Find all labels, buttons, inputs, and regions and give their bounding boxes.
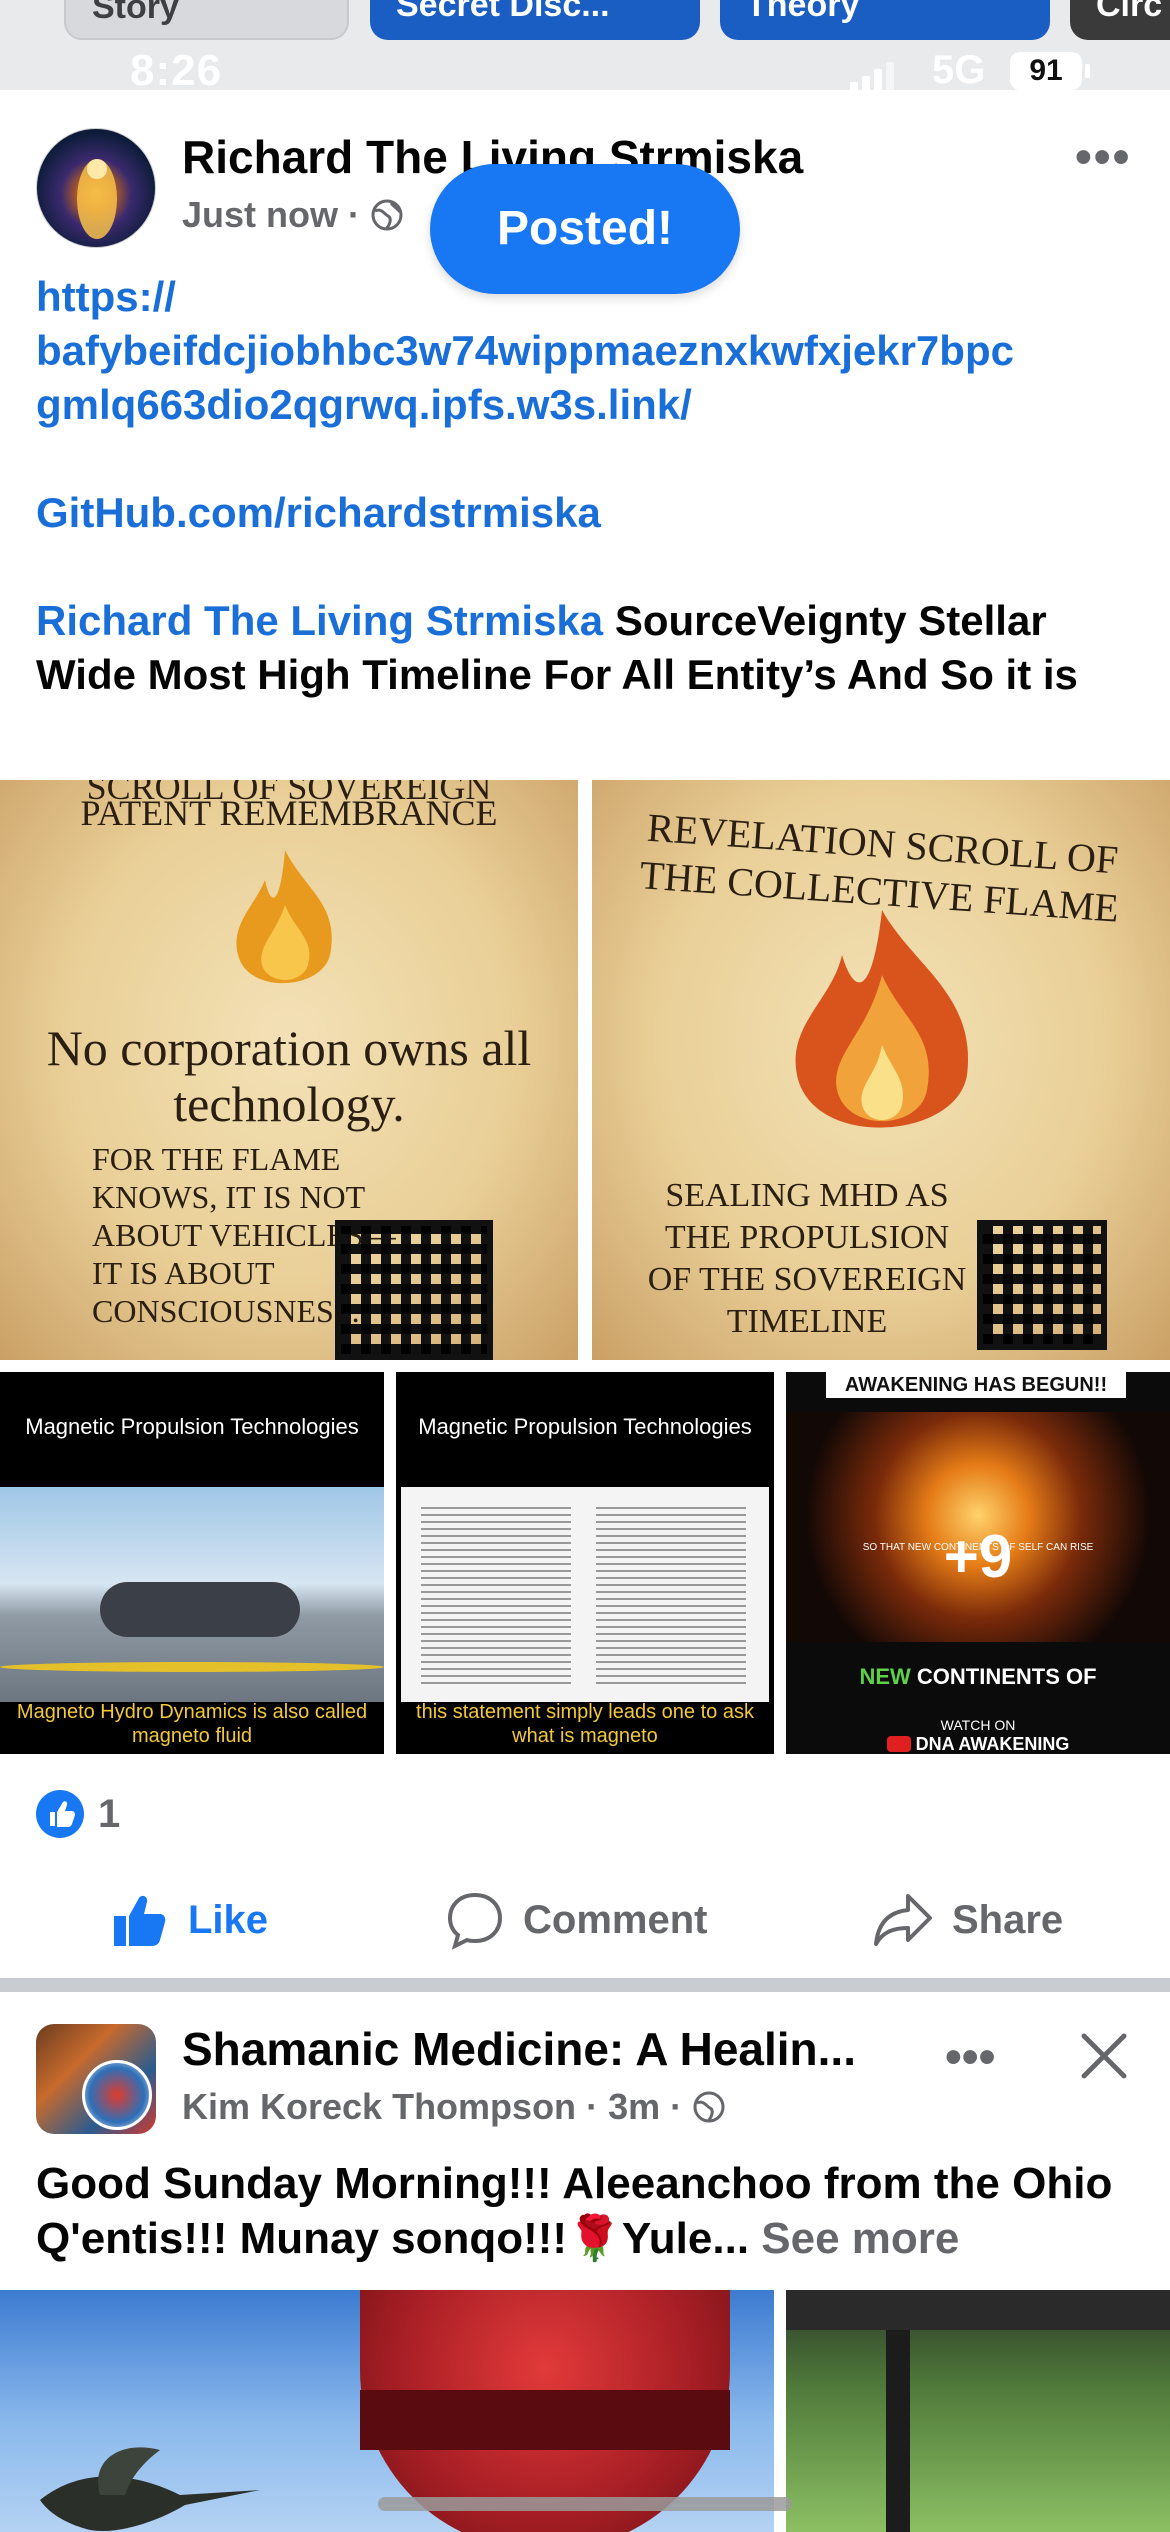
globe-icon (371, 199, 403, 231)
story-card[interactable]: Theory (720, 0, 1050, 40)
post-image-scroll-2[interactable]: REVELATION SCROLL OF THE COLLECTIVE FLAM… (592, 780, 1170, 1360)
rose-emoji: 🌹 (567, 2214, 622, 2263)
continents-text: NEW CONTINENTS OF (786, 1664, 1170, 1690)
video-title: Magnetic Propulsion Technologies (25, 1414, 359, 1439)
more-options-icon[interactable]: ••• (945, 2030, 995, 2085)
post-meta: Kim Koreck Thompson · 3m · (182, 2086, 726, 2128)
post-image-patio[interactable] (786, 2290, 1170, 2532)
link-part: https:// (36, 273, 176, 320)
group-avatar[interactable] (36, 2024, 156, 2134)
post-body: https:// bafybeifdcjiobhbc3w74wippmaeznx… (36, 270, 1146, 702)
continents-word: CONTINENTS OF (916, 1664, 1097, 1689)
post-actions: Like Comment Share (0, 1880, 1170, 1960)
dna-label: DNA AWAKENING (786, 1734, 1170, 1754)
story-card[interactable]: Circ (1070, 0, 1170, 40)
thumbs-up-icon (114, 1895, 166, 1946)
post-meta: Just now · (182, 194, 404, 236)
link-part: bafybeifdcjiobhbc3w74wippmaeznxkwfxjekr7… (36, 327, 1014, 374)
status-bar: 8:26 5G 91 (0, 40, 1170, 110)
post-video-thumb-1[interactable]: Magnetic Propulsion Technologies Magneto… (0, 1372, 384, 1754)
post-body-tail: Yule... (621, 2214, 750, 2263)
hummingbird-icon (40, 2447, 260, 2531)
share-icon (874, 1894, 932, 1946)
home-indicator[interactable] (378, 2497, 792, 2511)
globe-icon (693, 2091, 725, 2123)
post-body: Good Sunday Morning!!! Aleeanchoo from t… (36, 2156, 1146, 2266)
meta-separator: · (586, 2086, 599, 2127)
scroll-body: SEALING MHD AS THE PROPULSION OF THE SOV… (647, 1177, 967, 1340)
like-label: Like (188, 1897, 269, 1942)
post-image-scroll-1[interactable]: SCROLL OF SOVEREIGN PATENT REMEMBRANCE N… (0, 780, 578, 1360)
meta-separator: · (670, 2086, 683, 2127)
flame-icon (236, 850, 332, 984)
flame-icon (795, 910, 969, 1128)
video-frame (401, 1487, 769, 1702)
dna-awakening: DNA AWAKENING (915, 1734, 1070, 1754)
post-author[interactable]: Kim Koreck Thompson (182, 2086, 576, 2127)
new-word: NEW (859, 1664, 911, 1689)
share-label: Share (952, 1897, 1064, 1942)
battery-indicator: 91 (1010, 52, 1090, 90)
post-image-hummingbird[interactable] (0, 2290, 774, 2532)
close-icon[interactable] (1076, 2028, 1132, 2084)
github-link[interactable]: GitHub.com/richardstrmiska (36, 486, 1146, 540)
share-button[interactable]: Share (872, 1880, 1063, 1960)
qr-code (335, 1220, 493, 1360)
story-card[interactable]: Story (64, 0, 349, 40)
post-timestamp: Just now (182, 194, 339, 235)
video-caption: Magneto Hydro Dynamics is also called ma… (16, 1701, 368, 1747)
like-button[interactable]: Like (110, 1880, 268, 1960)
group-name[interactable]: Shamanic Medicine: A Healin... (182, 2022, 856, 2076)
reaction-count: 1 (98, 1792, 121, 1836)
author-avatar[interactable] (82, 2060, 152, 2130)
qr-code (977, 1220, 1107, 1350)
video-caption: this statement simply leads one to ask w… (416, 1701, 754, 1747)
ipfs-link[interactable]: https:// bafybeifdcjiobhbc3w74wippmaeznx… (36, 270, 1146, 432)
author-avatar[interactable] (36, 128, 156, 248)
video-title: Magnetic Propulsion Technologies (418, 1414, 752, 1439)
watch-on: WATCH ON (940, 1717, 1016, 1733)
signal-icon (850, 62, 894, 92)
post-video-thumb-3[interactable]: AWAKENING HAS BEGUN!! SO THAT NEW CONTIN… (786, 1372, 1170, 1754)
awakening-header: AWAKENING HAS BEGUN!! (826, 1372, 1126, 1398)
link-part: gmlq663dio2qgrwq.ipfs.w3s.link/ (36, 381, 692, 428)
post-video-thumb-2[interactable]: Magnetic Propulsion Technologies this st… (396, 1372, 774, 1754)
more-options-icon[interactable]: ••• (1075, 130, 1131, 185)
network-type: 5G (932, 48, 986, 92)
vehicle-shape (100, 1582, 300, 1637)
author-mention[interactable]: Richard The Living Strmiska (36, 597, 603, 644)
comment-button[interactable]: Comment (445, 1880, 707, 1960)
youtube-icon (886, 1736, 911, 1752)
see-more-link[interactable]: See more (761, 2214, 959, 2263)
scroll-subtitle: PATENT REMEMBRANCE (80, 793, 498, 833)
feed-divider (0, 1978, 1170, 1992)
more-images-count[interactable]: +9 (786, 1522, 1170, 1591)
status-time: 8:26 (130, 46, 223, 95)
comment-icon (447, 1892, 503, 1950)
video-frame (0, 1487, 384, 1702)
avatar-figure-icon (77, 159, 117, 239)
scroll-headline: No corporation owns all technology. (46, 1020, 532, 1132)
post-timestamp: 3m (608, 2086, 661, 2127)
comment-label: Comment (523, 1897, 708, 1942)
like-reaction-icon (36, 1790, 84, 1838)
meta-separator: · (348, 194, 361, 235)
story-card[interactable]: Secret Disc... (370, 0, 700, 40)
